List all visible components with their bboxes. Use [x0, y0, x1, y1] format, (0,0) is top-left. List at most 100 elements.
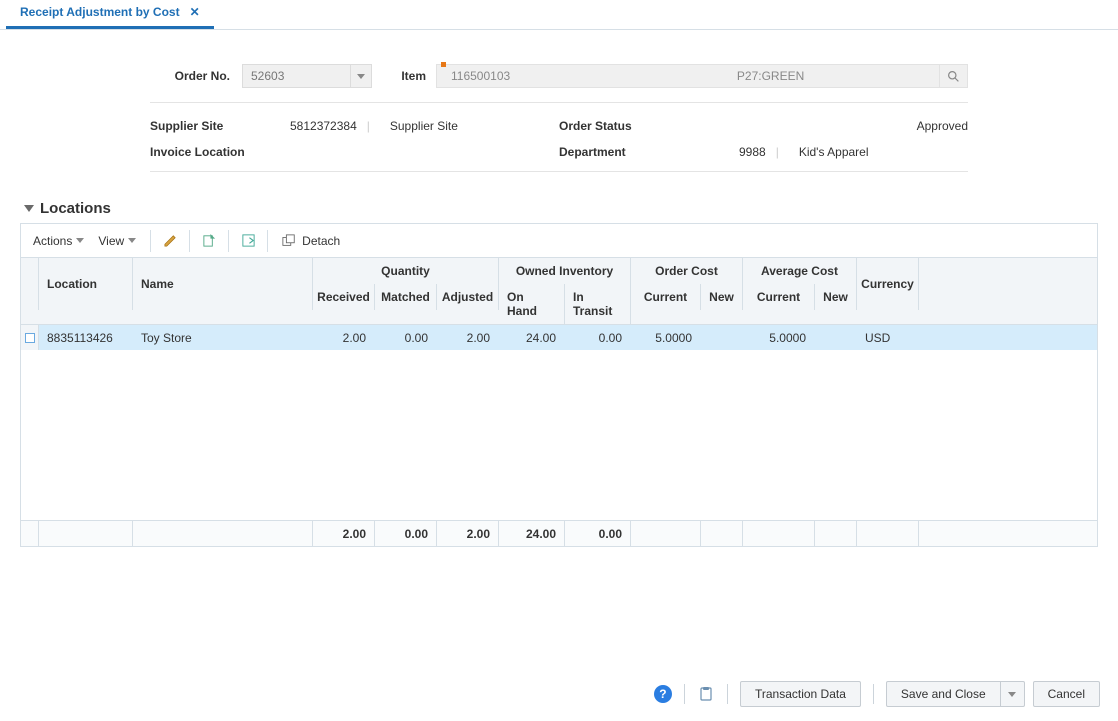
toolbar-separator — [228, 230, 229, 252]
col-oc-new[interactable]: New — [701, 284, 743, 310]
tab-receipt-adjustment[interactable]: Receipt Adjustment by Cost ✕ — [6, 0, 214, 29]
footer-onhand: 24.00 — [499, 521, 565, 546]
chevron-down-icon — [357, 74, 365, 79]
colgroup-order-cost: Order Cost — [631, 258, 743, 284]
cell-adjusted: 2.00 — [437, 325, 499, 350]
save-and-close-button[interactable]: Save and Close — [886, 681, 1001, 707]
pencil-icon — [163, 233, 178, 248]
col-onhand[interactable]: On Hand — [499, 284, 565, 324]
footer-matched: 0.00 — [375, 521, 437, 546]
cell-oc-new[interactable] — [701, 325, 743, 350]
footer-currency — [857, 521, 919, 546]
item-desc-value: P27:GREEN — [637, 69, 804, 83]
order-status-value: Approved — [917, 119, 968, 133]
view-menu[interactable]: View — [92, 230, 142, 252]
col-received[interactable]: Received — [313, 284, 375, 310]
table-row[interactable]: 8835113426 Toy Store 2.00 0.00 2.00 24.0… — [21, 325, 1097, 350]
page-footer: ? Transaction Data Save and Close Cancel — [654, 681, 1100, 707]
edit-button[interactable] — [159, 230, 181, 252]
cell-ac-current: 5.0000 — [743, 325, 815, 350]
footer-oc-current — [631, 521, 701, 546]
divider — [150, 102, 968, 103]
order-no-label: Order No. — [150, 69, 242, 83]
cell-location: 8835113426 — [39, 325, 133, 350]
col-ac-current[interactable]: Current — [743, 284, 815, 310]
footer-location — [39, 521, 133, 546]
department-label: Department — [559, 145, 699, 159]
invoice-location-label: Invoice Location — [150, 145, 290, 159]
divider — [150, 171, 968, 172]
footer-separator — [684, 684, 685, 704]
disclose-icon[interactable] — [24, 205, 34, 212]
tab-title: Receipt Adjustment by Cost — [20, 5, 180, 19]
header-form: Order No. 52603 Item 116500103 P27:GREEN… — [0, 30, 1118, 172]
order-status-label: Order Status — [559, 119, 699, 133]
required-indicator-icon — [441, 62, 446, 67]
wrap-button[interactable] — [237, 230, 259, 252]
cancel-button[interactable]: Cancel — [1033, 681, 1100, 707]
detach-label: Detach — [302, 234, 340, 248]
cell-received: 2.00 — [313, 325, 375, 350]
tab-strip: Receipt Adjustment by Cost ✕ — [0, 0, 1118, 30]
colgroup-owned-inventory: Owned Inventory — [499, 258, 631, 284]
save-dropdown-button[interactable] — [1001, 681, 1025, 707]
col-oc-current[interactable]: Current — [631, 284, 701, 310]
supplier-site-label: Supplier Site — [150, 119, 290, 133]
cell-currency: USD — [857, 325, 919, 350]
col-location[interactable]: Location — [39, 258, 133, 310]
toolbar-separator — [267, 230, 268, 252]
col-adjusted[interactable]: Adjusted — [437, 284, 499, 310]
table-toolbar: Actions View Detach — [20, 223, 1098, 257]
actions-label: Actions — [33, 234, 72, 248]
col-ac-new[interactable]: New — [815, 284, 857, 310]
chevron-down-icon — [1008, 692, 1016, 697]
supplier-site-name: Supplier Site — [390, 119, 458, 133]
separator: | — [776, 145, 779, 159]
footer-adjusted: 2.00 — [437, 521, 499, 546]
row-selector[interactable] — [21, 325, 39, 350]
detach-button[interactable]: Detach — [276, 230, 346, 252]
cell-intransit: 0.00 — [565, 325, 631, 350]
item-input[interactable]: 116500103 P27:GREEN — [436, 64, 940, 88]
footer-name — [133, 521, 313, 546]
search-icon — [947, 70, 960, 83]
table-body[interactable]: 8835113426 Toy Store 2.00 0.00 2.00 24.0… — [21, 325, 1097, 520]
wrap-icon — [241, 233, 256, 248]
order-no-input[interactable]: 52603 — [242, 64, 350, 88]
notes-button[interactable] — [697, 685, 715, 703]
separator: | — [367, 119, 370, 133]
footer-separator — [727, 684, 728, 704]
footer-ac-current — [743, 521, 815, 546]
chevron-down-icon — [128, 238, 136, 243]
row-selector-header — [21, 258, 39, 310]
transaction-data-button[interactable]: Transaction Data — [740, 681, 861, 707]
export-icon — [202, 233, 217, 248]
help-icon: ? — [659, 687, 666, 701]
toolbar-separator — [150, 230, 151, 252]
export-button[interactable] — [198, 230, 220, 252]
footer-received: 2.00 — [313, 521, 375, 546]
footer-intransit: 0.00 — [565, 521, 631, 546]
col-name[interactable]: Name — [133, 258, 313, 310]
department-id: 9988 — [739, 145, 766, 159]
supplier-site-id: 5812372384 — [290, 119, 357, 133]
col-intransit[interactable]: In Transit — [565, 284, 631, 324]
order-no-field: 52603 — [242, 64, 372, 88]
view-label: View — [98, 234, 124, 248]
item-search-button[interactable] — [940, 64, 968, 88]
colgroup-average-cost: Average Cost — [743, 258, 857, 284]
actions-menu[interactable]: Actions — [27, 230, 90, 252]
col-currency[interactable]: Currency — [857, 258, 919, 310]
chevron-down-icon — [76, 238, 84, 243]
cell-matched: 0.00 — [375, 325, 437, 350]
close-tab-icon[interactable]: ✕ — [190, 5, 200, 19]
help-button[interactable]: ? — [654, 685, 672, 703]
footer-separator — [873, 684, 874, 704]
footer-oc-new — [701, 521, 743, 546]
locations-section-header: Locations — [0, 182, 1118, 223]
col-matched[interactable]: Matched — [375, 284, 437, 310]
colgroup-quantity: Quantity — [313, 258, 499, 284]
order-no-dropdown-button[interactable] — [350, 64, 372, 88]
cell-ac-new[interactable] — [815, 325, 857, 350]
clipboard-icon — [698, 686, 714, 702]
